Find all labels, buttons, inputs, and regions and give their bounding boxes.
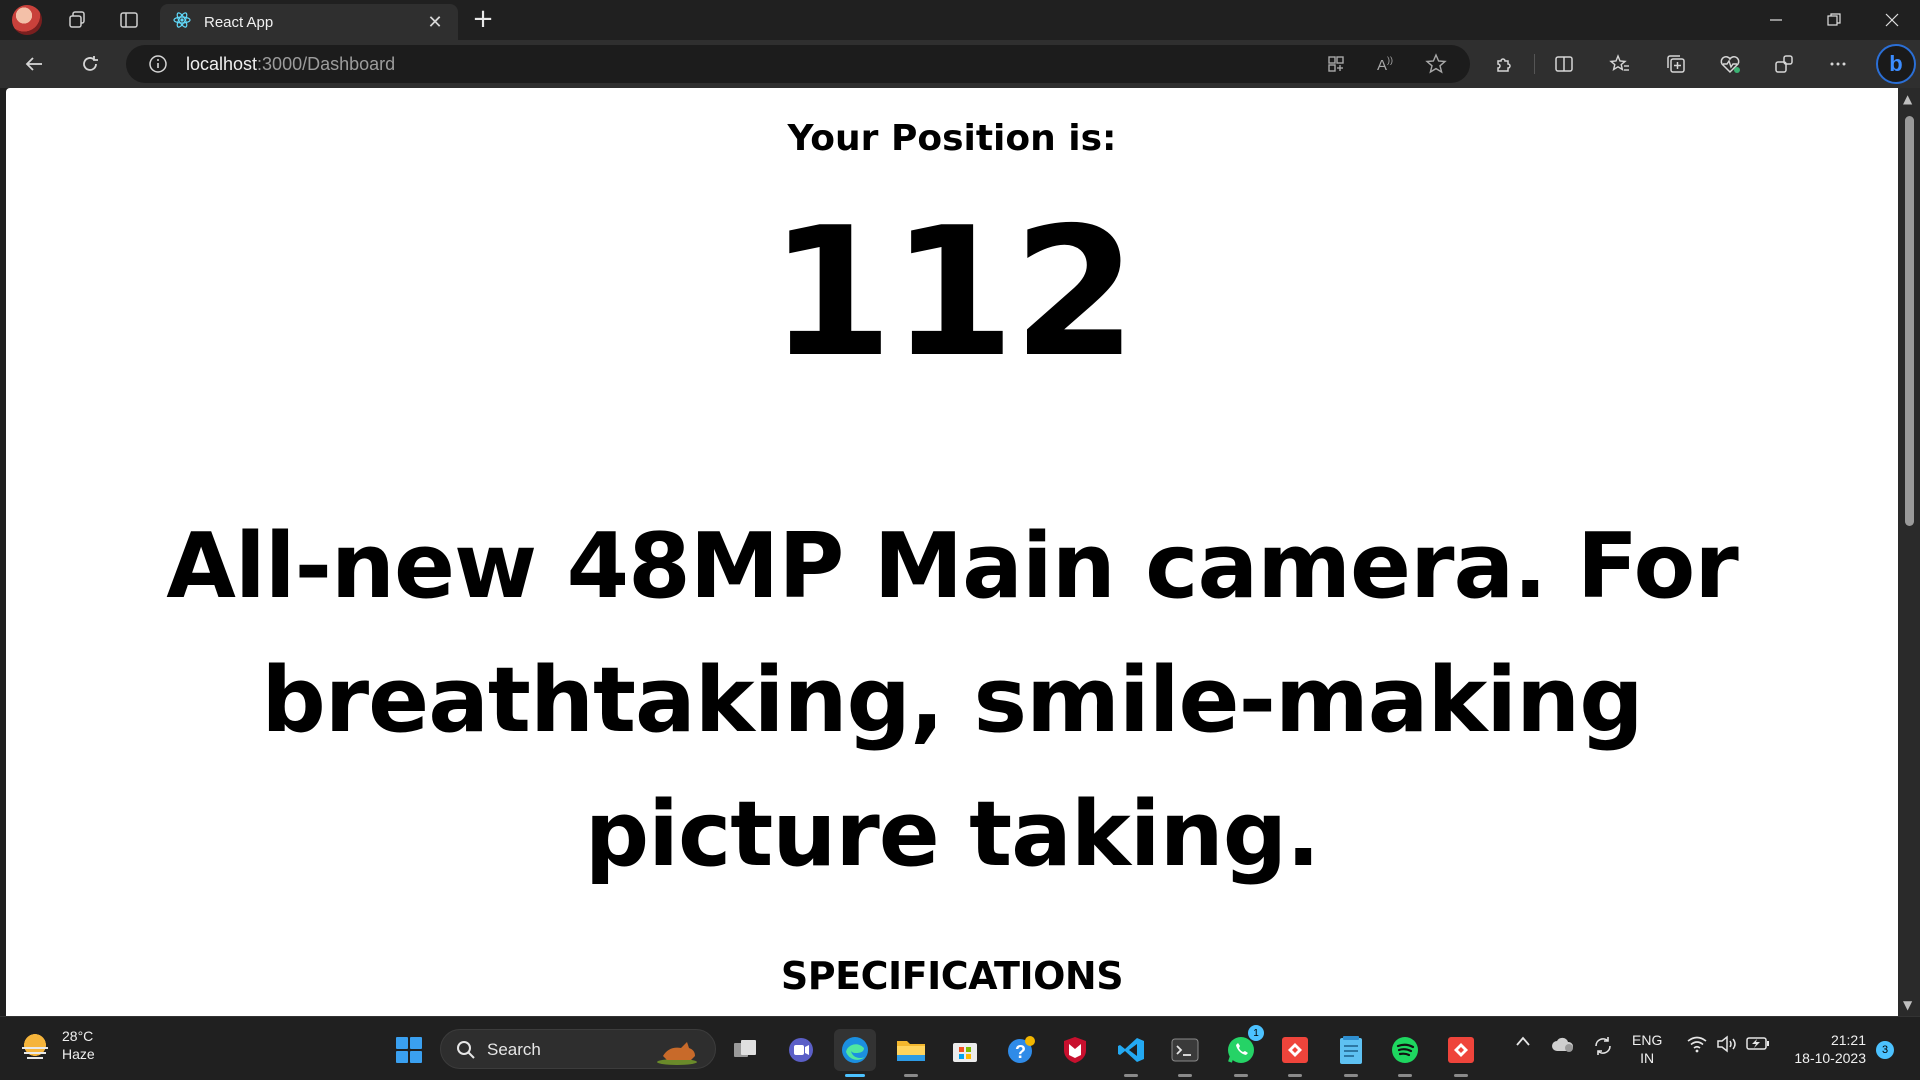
wifi-icon[interactable] — [1684, 1035, 1710, 1053]
split-screen-icon[interactable] — [1546, 48, 1582, 80]
tab-react-app[interactable]: React App ✕ — [160, 4, 458, 40]
notification-count-badge[interactable]: 3 — [1876, 1041, 1894, 1059]
new-tab-button[interactable]: + — [468, 5, 498, 35]
share-icon[interactable] — [1766, 48, 1802, 80]
clock-time: 21:21 — [1830, 1032, 1866, 1048]
running-indicator — [1398, 1074, 1412, 1077]
page-scrollbar[interactable]: ▲ ▼ — [1898, 88, 1920, 1016]
clock-date: 18-10-2023 — [1794, 1050, 1866, 1066]
svg-text:)): )) — [1387, 55, 1393, 65]
running-indicator — [1234, 1074, 1248, 1077]
language-indicator[interactable]: ENG IN — [1632, 1031, 1662, 1067]
spotify-icon[interactable] — [1384, 1029, 1426, 1077]
page-viewport: Your Position is: 112 All-new 48MP Main … — [6, 88, 1898, 1016]
position-label: Your Position is: — [787, 118, 1117, 159]
taskbar-search[interactable]: Search — [440, 1029, 716, 1069]
running-indicator — [1454, 1074, 1468, 1077]
react-icon — [172, 10, 192, 34]
sync-icon[interactable] — [1590, 1035, 1616, 1057]
start-button[interactable] — [388, 1029, 430, 1071]
edge-taskbar-icon[interactable] — [834, 1029, 876, 1077]
back-arrow-icon[interactable] — [16, 48, 52, 80]
app-available-icon[interactable] — [1320, 48, 1352, 80]
profile-avatar[interactable] — [12, 5, 42, 35]
specifications-heading: SPECIFICATIONS — [780, 954, 1124, 998]
scroll-up-icon[interactable]: ▲ — [1903, 92, 1912, 106]
close-tab-icon[interactable]: ✕ — [424, 12, 446, 33]
search-highlight-fox-icon — [653, 1034, 701, 1066]
extensions-icon[interactable] — [1486, 48, 1522, 80]
bing-copilot-button[interactable]: b — [1876, 44, 1916, 84]
site-info-icon[interactable] — [142, 48, 174, 80]
running-indicator — [1344, 1074, 1358, 1077]
more-options-icon[interactable] — [1820, 48, 1856, 80]
svg-text:A: A — [1377, 57, 1387, 74]
search-label: Search — [487, 1040, 541, 1059]
task-view-button[interactable] — [724, 1029, 766, 1071]
language-secondary: IN — [1640, 1050, 1655, 1066]
running-indicator — [1124, 1074, 1138, 1077]
browser-essentials-icon[interactable] — [1712, 48, 1748, 80]
microsoft-store-icon[interactable] — [944, 1029, 986, 1071]
favorites-icon[interactable] — [1602, 48, 1638, 80]
running-indicator — [1178, 1074, 1192, 1077]
active-indicator — [845, 1074, 865, 1077]
anydesk-second-icon[interactable] — [1440, 1029, 1482, 1077]
system-clock[interactable]: 21:21 18-10-2023 — [1780, 1031, 1866, 1067]
restore-button[interactable] — [1806, 0, 1862, 40]
language-primary: ENG — [1632, 1032, 1663, 1048]
anydesk-icon[interactable] — [1274, 1029, 1316, 1077]
browser-toolbar: localhost:3000/Dashboard A)) b — [0, 40, 1920, 88]
collections-icon[interactable] — [1658, 48, 1694, 80]
close-window-button[interactable] — [1864, 0, 1920, 40]
minimize-button[interactable] — [1748, 0, 1804, 40]
toolbar-separator — [1534, 54, 1535, 74]
tab-actions-icon[interactable] — [112, 6, 146, 34]
running-indicator — [904, 1074, 918, 1077]
read-aloud-icon[interactable]: A)) — [1370, 48, 1402, 80]
favorite-star-icon[interactable] — [1420, 48, 1452, 80]
whatsapp-badge: 1 — [1248, 1025, 1264, 1041]
product-headline: All-new 48MP Main camera. For breathtaki… — [166, 514, 1739, 887]
refresh-icon[interactable] — [72, 48, 108, 80]
svg-text:?: ? — [1015, 1042, 1026, 1062]
search-icon — [455, 1039, 477, 1065]
browser-titlebar: React App ✕ + — [0, 0, 1920, 40]
url-text[interactable]: localhost:3000/Dashboard — [186, 54, 395, 75]
weather-widget[interactable]: 28°C Haze — [18, 1027, 95, 1063]
onedrive-cloud-icon[interactable] — [1550, 1035, 1576, 1053]
file-explorer-icon[interactable] — [890, 1029, 932, 1077]
weather-description: Haze — [62, 1046, 95, 1062]
running-indicator — [1288, 1074, 1302, 1077]
position-value: 112 — [769, 189, 1137, 396]
url-host: localhost — [186, 54, 258, 74]
battery-charging-icon[interactable] — [1744, 1035, 1772, 1051]
haze-sun-icon — [18, 1028, 52, 1062]
weather-temperature: 28°C — [62, 1028, 94, 1044]
mcafee-icon[interactable] — [1054, 1029, 1096, 1071]
volume-icon[interactable] — [1714, 1035, 1740, 1053]
terminal-icon[interactable] — [1164, 1029, 1206, 1077]
scroll-down-icon[interactable]: ▼ — [1903, 998, 1912, 1012]
address-bar[interactable]: localhost:3000/Dashboard A)) — [126, 45, 1470, 83]
show-hidden-icons-chevron-icon[interactable] — [1512, 1035, 1534, 1047]
vscode-icon[interactable] — [1110, 1029, 1152, 1077]
notepad-icon[interactable] — [1330, 1029, 1372, 1077]
get-help-icon[interactable]: ? — [1000, 1029, 1042, 1071]
scrollbar-thumb[interactable] — [1905, 116, 1914, 526]
windows-taskbar: 28°C Haze Search ? 1 ENG IN 21:21 18-10-… — [0, 1016, 1920, 1080]
url-path: :3000/Dashboard — [257, 54, 396, 74]
workspaces-icon[interactable] — [60, 6, 94, 34]
teams-chat-icon[interactable] — [780, 1029, 822, 1071]
whatsapp-icon[interactable]: 1 — [1220, 1025, 1264, 1077]
bing-logo-icon: b — [1889, 51, 1903, 76]
tab-title: React App — [204, 13, 274, 31]
